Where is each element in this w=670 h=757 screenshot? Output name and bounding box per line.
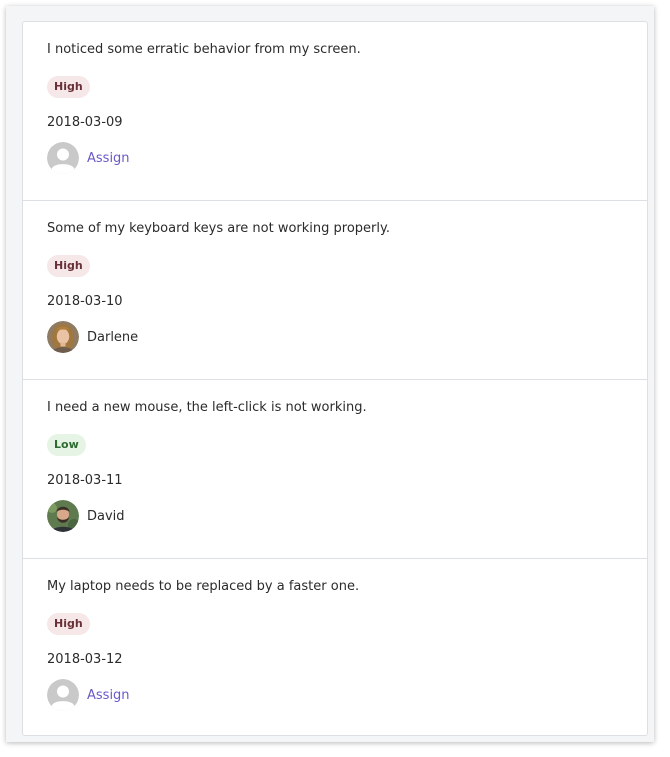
assignee-row: Darlene: [47, 321, 647, 353]
ticket-description: Some of my keyboard keys are not working…: [47, 221, 390, 236]
ticket-item: I noticed some erratic behavior from my …: [23, 22, 647, 201]
ticket-panel: I noticed some erratic behavior from my …: [6, 6, 654, 742]
ticket-date: 2018-03-12: [47, 652, 123, 667]
ticket-date: 2018-03-10: [47, 294, 123, 309]
assignee-row: Assign: [47, 679, 647, 711]
ticket-item: Some of my keyboard keys are not working…: [23, 201, 647, 380]
assignee-row: Assign: [47, 142, 647, 174]
assign-link[interactable]: Assign: [87, 151, 130, 166]
ticket-date: 2018-03-11: [47, 473, 123, 488]
ticket-description: My laptop needs to be replaced by a fast…: [47, 579, 360, 594]
priority-badge: High: [47, 613, 90, 635]
ticket-item: I need a new mouse, the left-click is no…: [23, 380, 647, 559]
darlene-avatar[interactable]: [47, 321, 79, 353]
assignee-name: David: [87, 508, 125, 524]
assignee-row: David: [47, 500, 647, 532]
priority-badge: High: [47, 255, 90, 277]
ticket-description: I need a new mouse, the left-click is no…: [47, 400, 367, 415]
placeholder-user-icon[interactable]: [47, 679, 79, 711]
david-avatar[interactable]: [47, 500, 79, 532]
assign-link[interactable]: Assign: [87, 688, 130, 703]
ticket-item: My laptop needs to be replaced by a fast…: [23, 559, 647, 738]
ticket-list: I noticed some erratic behavior from my …: [22, 21, 648, 736]
priority-badge: High: [47, 76, 90, 98]
assignee-name: Darlene: [87, 329, 139, 345]
priority-badge: Low: [47, 434, 86, 456]
ticket-date: 2018-03-09: [47, 115, 123, 130]
ticket-description: I noticed some erratic behavior from my …: [47, 42, 361, 57]
placeholder-user-icon[interactable]: [47, 142, 79, 174]
